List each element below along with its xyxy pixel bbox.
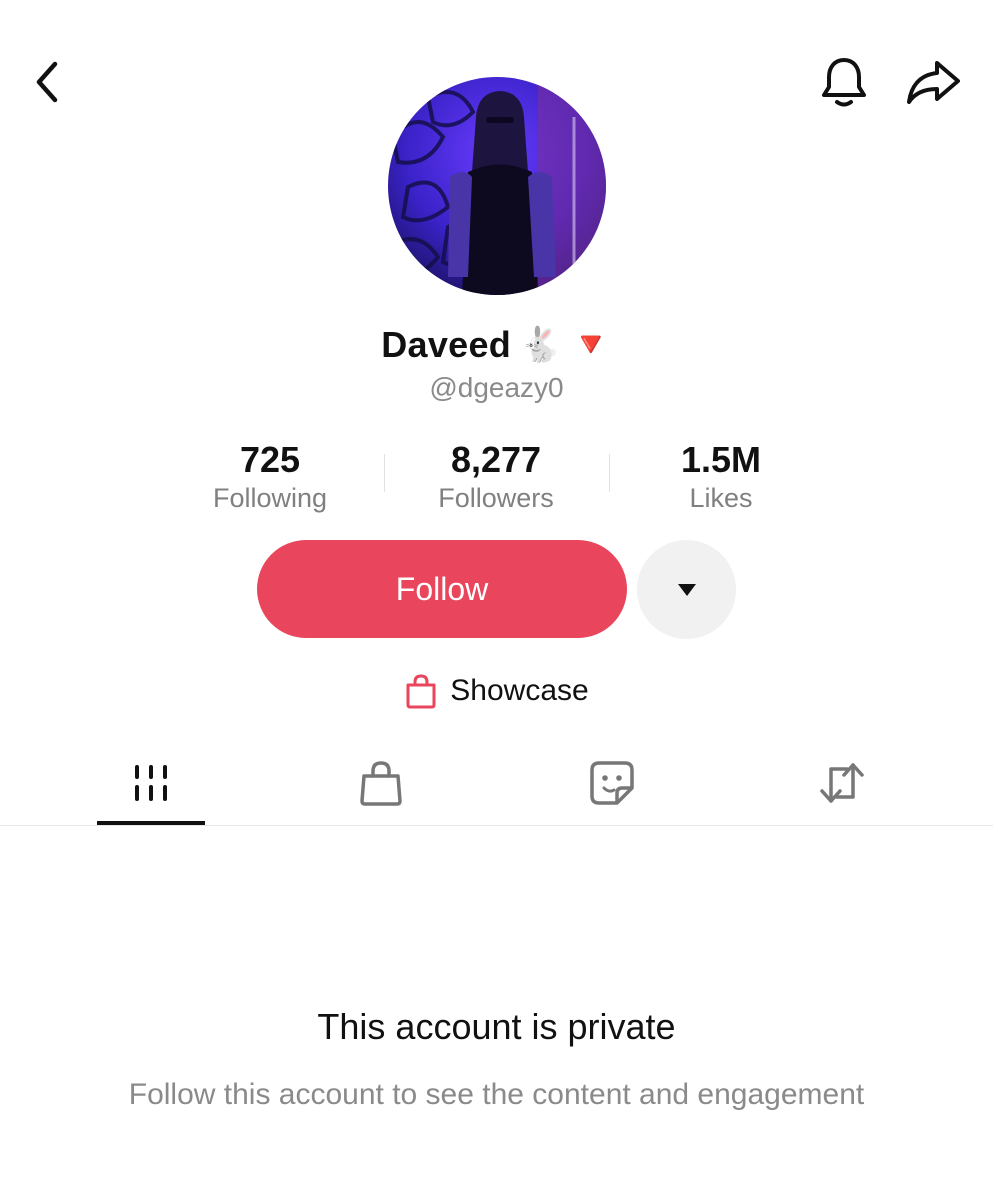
private-account-title: This account is private (317, 1006, 676, 1047)
share-button[interactable] (900, 52, 966, 112)
shopping-bag-icon (406, 674, 436, 709)
stat-followers[interactable]: 8,277 Followers (396, 438, 596, 514)
avatar[interactable] (388, 77, 606, 295)
showcase-link[interactable]: Showcase (0, 668, 993, 714)
notification-bell-button[interactable] (814, 52, 874, 112)
follow-button[interactable]: Follow (257, 540, 627, 638)
profile-stats: 725 Following 8,277 Followers 1.5M Likes (0, 438, 993, 522)
showcase-label: Showcase (450, 674, 589, 707)
stat-divider (384, 454, 385, 492)
rabbit-emoji: 🐇 (519, 325, 562, 365)
stat-divider (609, 454, 610, 492)
stat-likes: 1.5M Likes (621, 438, 821, 514)
active-tab-indicator (97, 821, 205, 825)
followers-label: Followers (438, 483, 554, 513)
caret-down-icon (677, 583, 696, 596)
avatar-photo (388, 77, 606, 295)
following-label: Following (212, 483, 328, 513)
tab-stickers[interactable] (552, 740, 672, 826)
back-button[interactable] (22, 56, 74, 108)
share-arrow-icon (907, 61, 960, 104)
profile-name-row: Daveed 🐇 🔻 (0, 320, 993, 370)
stat-following[interactable]: 725 Following (170, 438, 370, 514)
tab-shop[interactable] (321, 740, 441, 826)
bell-icon (822, 58, 866, 107)
display-name: Daveed (381, 324, 512, 365)
tab-videos[interactable] (91, 740, 211, 826)
sticker-icon (590, 761, 634, 805)
followers-count: 8,277 (450, 439, 542, 480)
shopping-bag-icon (360, 761, 402, 806)
repost-icon (820, 763, 864, 803)
private-account-subtitle: Follow this account to see the content a… (128, 1078, 865, 1111)
username: @dgeazy0 (429, 372, 564, 403)
grid-videos-icon (135, 765, 167, 801)
more-options-button[interactable] (637, 540, 736, 639)
tab-reposts[interactable] (782, 740, 902, 826)
likes-label: Likes (689, 483, 753, 513)
following-count: 725 (239, 439, 301, 480)
red-triangle-emoji: 🔻 (569, 325, 612, 365)
chevron-left-icon (36, 61, 58, 103)
likes-count: 1.5M (680, 439, 762, 480)
content-tabs (0, 740, 993, 826)
